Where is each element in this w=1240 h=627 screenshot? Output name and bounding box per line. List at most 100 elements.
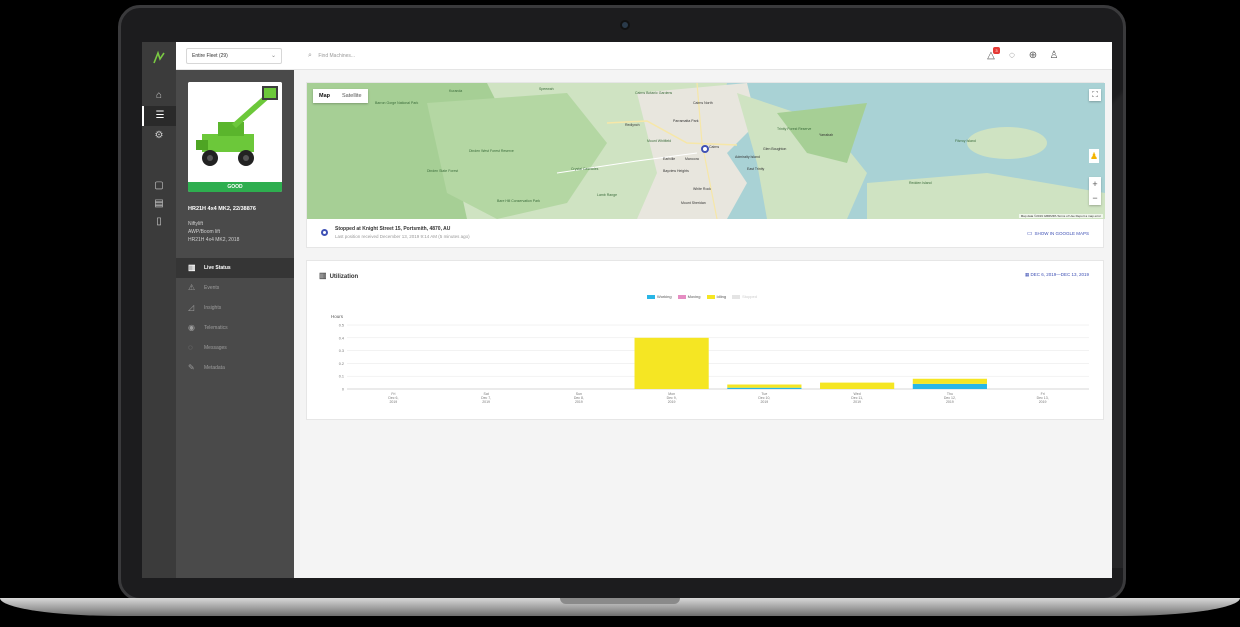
map-label: Dinden State Forest (427, 169, 459, 173)
map-label: Dinden West Forest Reserve (469, 149, 514, 153)
tab-map[interactable]: Map (313, 89, 336, 103)
machine-title: HR21H 4x4 MK2, 22/38876 (188, 206, 256, 212)
zoom-control: + − (1089, 177, 1101, 205)
warning-icon: ⚠ (188, 283, 196, 292)
menu-item-live-status[interactable]: ▥ Live Status (176, 258, 294, 278)
map-label: Barron Gorge National Park (375, 101, 419, 105)
bar-working (912, 383, 987, 389)
legend-working[interactable]: Working (647, 294, 672, 299)
map-label: Crystal Cascades (571, 167, 599, 171)
menu-item-messages[interactable]: ◌ Messages (176, 338, 294, 358)
device-icon[interactable]: ▯ (142, 212, 176, 232)
map-label: White Rock (693, 187, 711, 191)
map-label: Mount Whitfield (647, 139, 672, 143)
legend-stopped[interactable]: Stopped (732, 294, 757, 299)
location-row: Stopped at Knight Street 15, Portsmith, … (307, 219, 1105, 249)
date-range-picker[interactable]: ▦ DEC 6, 2019—DEC 13, 2019 (1025, 272, 1089, 278)
y-tick-label: 0.3 (339, 349, 344, 353)
chart-legend: Working Moving Idling Stopped (647, 294, 757, 299)
menu-item-insights[interactable]: ◿ Insights (176, 298, 294, 318)
map-label: Cairns (709, 145, 720, 149)
menu-item-label: Messages (204, 345, 227, 351)
x-tick-label: 2019 (575, 400, 583, 404)
zoom-out-button[interactable]: − (1089, 191, 1101, 205)
list-icon[interactable]: ☰ (142, 106, 176, 126)
bar-idling (912, 378, 987, 384)
google-maps-link-label: SHOW IN GOOGLE MAPS (1034, 231, 1089, 236)
chat-icon[interactable]: ◌ (1006, 50, 1018, 62)
location-pin-icon[interactable] (701, 145, 709, 153)
x-tick-label: 2019 (853, 400, 861, 404)
utilization-title-label: Utilization (329, 274, 359, 280)
box-icon[interactable]: ▢ (142, 176, 176, 196)
bar-idling (727, 384, 802, 388)
machine-sidepanel: GOOD HR21H 4x4 MK2, 22/38876 Niftylift A… (176, 70, 294, 578)
map-label: Yarrabah (819, 133, 834, 137)
map-label: Fitzroy Island (955, 139, 976, 143)
icon-rail: ⌂ ☰ ⚙ ▢ ▤ ▯ (142, 42, 176, 578)
menu-item-events[interactable]: ⚠ Events (176, 278, 294, 298)
legend-idling[interactable]: Idling (706, 294, 727, 299)
menu-item-metadata[interactable]: ✎ Metadata (176, 358, 294, 378)
machine-model: HR21H 4x4 MK2, 2018 (188, 237, 240, 243)
x-tick-label: 2019 (389, 400, 397, 404)
map-label: Admiralty Island (735, 155, 760, 159)
map-icon: ▭ (1026, 231, 1033, 237)
map-label: Manoora (685, 157, 699, 161)
machine-meta: Niftylift AWP/Boom lift HR21H 4x4 MK2, 2… (188, 220, 292, 244)
globe-icon[interactable]: ⊕ (1027, 50, 1039, 62)
y-tick-label: 0 (342, 388, 344, 392)
menu-item-label: Telematics (204, 325, 228, 331)
legend-swatch (732, 294, 741, 299)
status-badge: GOOD (188, 182, 282, 192)
search-input[interactable]: ⌕ Find Machines... (308, 48, 508, 64)
fullscreen-icon[interactable]: ⛶ (1089, 89, 1101, 101)
laptop-notch (560, 598, 680, 604)
x-tick-label: 2019 (946, 400, 954, 404)
y-tick-label: 0.5 (339, 324, 344, 328)
legend-swatch (647, 294, 655, 299)
y-tick-label: 0.4 (339, 336, 344, 340)
map-label: Parramatta Park (673, 119, 699, 123)
street-view-icon[interactable]: ♟ (1089, 149, 1099, 163)
user-icon[interactable]: ♙ (1048, 50, 1060, 62)
home-icon[interactable]: ⌂ (142, 86, 176, 106)
y-tick-label: 0.2 (339, 362, 344, 366)
legend-label: Working (657, 294, 672, 299)
google-maps-link[interactable]: ▭ SHOW IN GOOGLE MAPS (1027, 230, 1089, 237)
machine-type: AWP/Boom lift (188, 229, 221, 235)
map-label: Lamb Range (597, 193, 618, 197)
alerts-icon[interactable]: △ 3 (985, 47, 1000, 62)
legend-swatch (706, 294, 715, 299)
bar-chart-icon: ▥ (188, 263, 196, 272)
tab-satellite[interactable]: Satellite (336, 89, 368, 103)
zoom-in-button[interactable]: + (1089, 177, 1101, 191)
report-icon[interactable]: ▤ (142, 194, 176, 214)
top-icons: △ 3 ◌ ⊕ ♙ (985, 47, 1060, 64)
logo-icon[interactable] (151, 50, 167, 66)
map-type-tabs: Map Satellite (313, 89, 368, 103)
map-label: Bayview Heights (663, 169, 689, 173)
map-attribution[interactable]: Map data ©2019 GBRMPA Terms of Use Repor… (1018, 214, 1103, 218)
map-label: Cairns Botanic Gardens (635, 91, 673, 95)
chevron-down-icon: ⌄ (270, 53, 276, 59)
x-tick-label: 2019 (482, 400, 490, 404)
menu-item-label: Events (204, 285, 220, 291)
machine-make: Niftylift (188, 221, 203, 227)
legend-moving[interactable]: Moving (677, 294, 701, 299)
utilization-chart: Hours00.10.20.30.40.5FriDec 6,2019SatDec… (331, 314, 1089, 404)
alert-badge: 3 (993, 47, 1000, 54)
y-axis-label: Hours (331, 314, 344, 319)
x-tick-label: 2019 (760, 400, 768, 404)
laptop-mockup: ⌂ ☰ ⚙ ▢ ▤ ▯ Entire Fleet (29) ⌄ ⌕ Find M… (0, 0, 1240, 627)
fleet-select[interactable]: Entire Fleet (29) ⌄ (186, 48, 282, 64)
machine-card[interactable]: GOOD (188, 82, 282, 192)
legend-label: Moving (687, 294, 701, 299)
map-label: Mount Sheridan (681, 201, 706, 205)
menu-item-telematics[interactable]: ◉ Telematics (176, 318, 294, 338)
map-view[interactable]: Kuranda Speewah Cairns Botanic Gardens C… (307, 83, 1105, 219)
y-tick-label: 0.1 (339, 375, 344, 379)
bar-chart-icon: ▥ (319, 271, 327, 280)
legend-label: Idling (716, 294, 727, 299)
machines-icon[interactable]: ⚙ (142, 126, 176, 146)
